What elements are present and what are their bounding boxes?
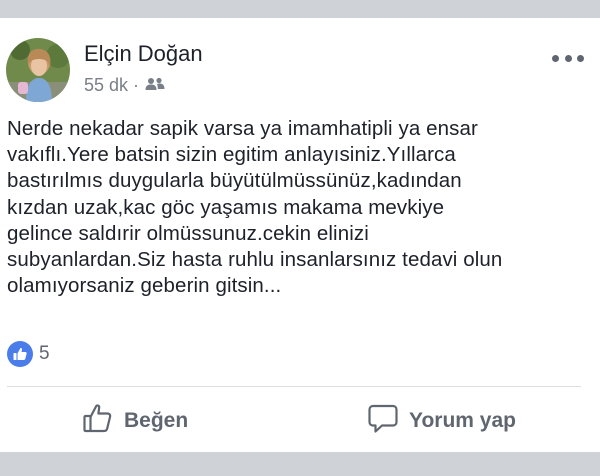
more-options-icon[interactable] bbox=[552, 52, 584, 64]
friends-icon[interactable] bbox=[145, 75, 165, 96]
like-reaction-icon bbox=[7, 341, 33, 367]
post-card: Elçin Doğan 55 dk · Nerde nekadar sapik … bbox=[0, 18, 600, 452]
comment-button-label: Yorum yap bbox=[409, 409, 516, 432]
comment-icon bbox=[367, 402, 399, 440]
post-meta: 55 dk · bbox=[84, 75, 165, 96]
avatar[interactable] bbox=[6, 38, 70, 102]
reaction-summary[interactable]: 5 bbox=[7, 341, 50, 367]
like-button[interactable]: Beğen bbox=[82, 401, 188, 441]
actions-divider bbox=[7, 386, 581, 387]
like-button-label: Beğen bbox=[124, 409, 189, 432]
post-text: Nerde nekadar sapik varsa ya imamhatipli… bbox=[7, 117, 503, 298]
thumbs-up-icon bbox=[82, 402, 114, 440]
feed-separator-bottom bbox=[0, 452, 600, 476]
meta-separator: · bbox=[133, 75, 140, 95]
post-time[interactable]: 55 dk bbox=[84, 75, 128, 96]
comment-button[interactable]: Yorum yap bbox=[367, 401, 516, 441]
author-name[interactable]: Elçin Doğan bbox=[84, 41, 203, 67]
like-count: 5 bbox=[39, 343, 50, 364]
feed-separator-top bbox=[0, 0, 600, 18]
